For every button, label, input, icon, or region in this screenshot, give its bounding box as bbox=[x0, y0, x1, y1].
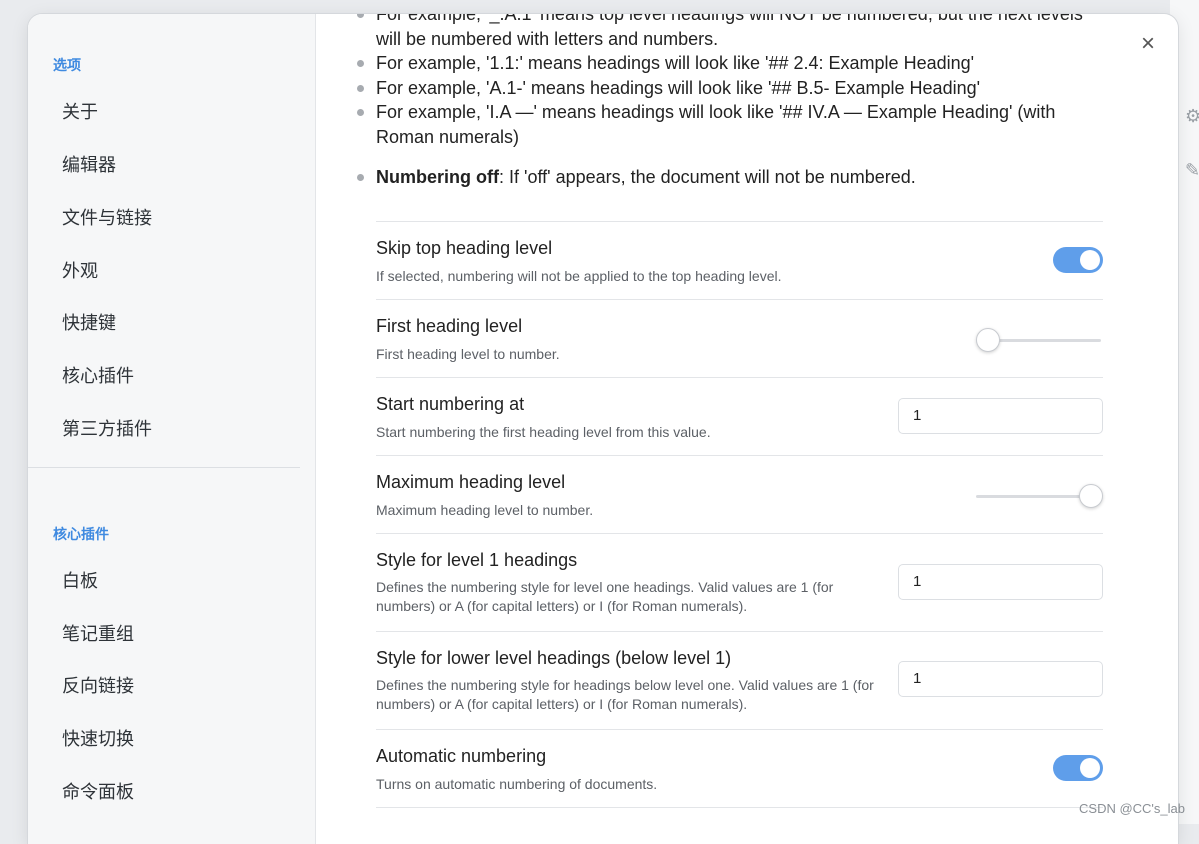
sidebar-item-canvas[interactable]: 白板 bbox=[62, 567, 98, 593]
setting-title: Maximum heading level bbox=[376, 472, 565, 493]
numbering-off-label: Numbering off bbox=[376, 167, 499, 187]
sidebar-divider bbox=[28, 467, 300, 468]
watermark: CSDN @CC's_lab bbox=[1079, 801, 1185, 816]
style-lower-levels-input[interactable]: 1 bbox=[898, 661, 1103, 697]
list-item: For example, 'I.A —' means headings will… bbox=[376, 100, 1096, 149]
maximum-heading-level-slider[interactable] bbox=[976, 483, 1103, 509]
setting-title: Skip top heading level bbox=[376, 238, 552, 259]
wand-icon: ✎ bbox=[1185, 160, 1199, 180]
setting-title: First heading level bbox=[376, 316, 522, 337]
sidebar-item-about[interactable]: 关于 bbox=[62, 98, 98, 124]
setting-title: Style for level 1 headings bbox=[376, 550, 577, 571]
settings-content: For example, '_.A.1' means top level hea… bbox=[316, 14, 1178, 844]
skip-top-level-toggle[interactable] bbox=[1053, 247, 1103, 273]
setting-description: First heading level to number. bbox=[376, 345, 560, 364]
settings-list: Skip top heading level If selected, numb… bbox=[376, 221, 1103, 808]
first-heading-level-slider[interactable] bbox=[976, 327, 1103, 353]
sidebar-heading-options: 选项 bbox=[53, 55, 81, 75]
numbering-off-text: : If 'off' appears, the document will no… bbox=[499, 167, 916, 187]
style-level-one-input[interactable]: 1 bbox=[898, 564, 1103, 600]
sidebar-item-appearance[interactable]: 外观 bbox=[62, 257, 98, 283]
setting-style-lower-levels: Style for lower level headings (below le… bbox=[376, 631, 1103, 729]
setting-skip-top-level: Skip top heading level If selected, numb… bbox=[376, 221, 1103, 299]
sidebar-item-note-composer[interactable]: 笔记重组 bbox=[62, 620, 134, 646]
setting-description: Defines the numbering style for headings… bbox=[376, 676, 876, 714]
list-item: For example, '_.A.1' means top level hea… bbox=[376, 14, 1096, 51]
setting-maximum-heading-level: Maximum heading level Maximum heading le… bbox=[376, 455, 1103, 533]
start-numbering-input[interactable]: 1 bbox=[898, 398, 1103, 434]
sidebar-item-command-palette[interactable]: 命令面板 bbox=[62, 778, 134, 804]
setting-description: Defines the numbering style for level on… bbox=[376, 578, 876, 616]
sidebar-item-files-links[interactable]: 文件与链接 bbox=[62, 204, 152, 230]
setting-description: If selected, numbering will not be appli… bbox=[376, 267, 782, 286]
setting-title: Automatic numbering bbox=[376, 746, 546, 767]
setting-title: Style for lower level headings (below le… bbox=[376, 648, 731, 669]
toggle-knob bbox=[1080, 250, 1100, 270]
setting-automatic-numbering: Automatic numbering Turns on automatic n… bbox=[376, 729, 1103, 808]
sidebar-item-backlinks[interactable]: 反向链接 bbox=[62, 672, 134, 698]
setting-description: Maximum heading level to number. bbox=[376, 501, 593, 520]
slider-thumb[interactable] bbox=[1079, 484, 1103, 508]
list-item-numbering-off: Numbering off: If 'off' appears, the doc… bbox=[376, 165, 1096, 190]
list-item: For example, 'A.1-' means headings will … bbox=[376, 76, 1096, 101]
format-examples-list: For example, '_.A.1' means top level hea… bbox=[376, 14, 1096, 190]
sidebar-item-editor[interactable]: 编辑器 bbox=[62, 151, 116, 177]
toggle-knob bbox=[1080, 758, 1100, 778]
sidebar-item-hotkeys[interactable]: 快捷键 bbox=[62, 309, 116, 335]
setting-title: Start numbering at bbox=[376, 394, 524, 415]
setting-description: Start numbering the first heading level … bbox=[376, 423, 711, 442]
gear-icon: ⚙ bbox=[1185, 106, 1199, 126]
settings-modal: 选项 关于 编辑器 文件与链接 外观 快捷键 核心插件 第三方插件 核心插件 白… bbox=[28, 14, 1178, 844]
setting-style-level-one: Style for level 1 headings Defines the n… bbox=[376, 533, 1103, 631]
setting-start-numbering-at: Start numbering at Start numbering the f… bbox=[376, 377, 1103, 455]
list-item: For example, '1.1:' means headings will … bbox=[376, 51, 1096, 76]
sidebar-item-core-plugins[interactable]: 核心插件 bbox=[62, 362, 134, 388]
slider-thumb[interactable] bbox=[976, 328, 1000, 352]
sidebar-item-quick-switcher[interactable]: 快速切换 bbox=[62, 725, 134, 751]
setting-first-heading-level: First heading level First heading level … bbox=[376, 299, 1103, 377]
automatic-numbering-toggle[interactable] bbox=[1053, 755, 1103, 781]
sidebar-item-community-plugins[interactable]: 第三方插件 bbox=[62, 415, 152, 441]
sidebar-heading-core-plugins: 核心插件 bbox=[53, 524, 109, 544]
settings-sidebar: 选项 关于 编辑器 文件与链接 外观 快捷键 核心插件 第三方插件 核心插件 白… bbox=[28, 14, 316, 844]
setting-description: Turns on automatic numbering of document… bbox=[376, 775, 657, 794]
